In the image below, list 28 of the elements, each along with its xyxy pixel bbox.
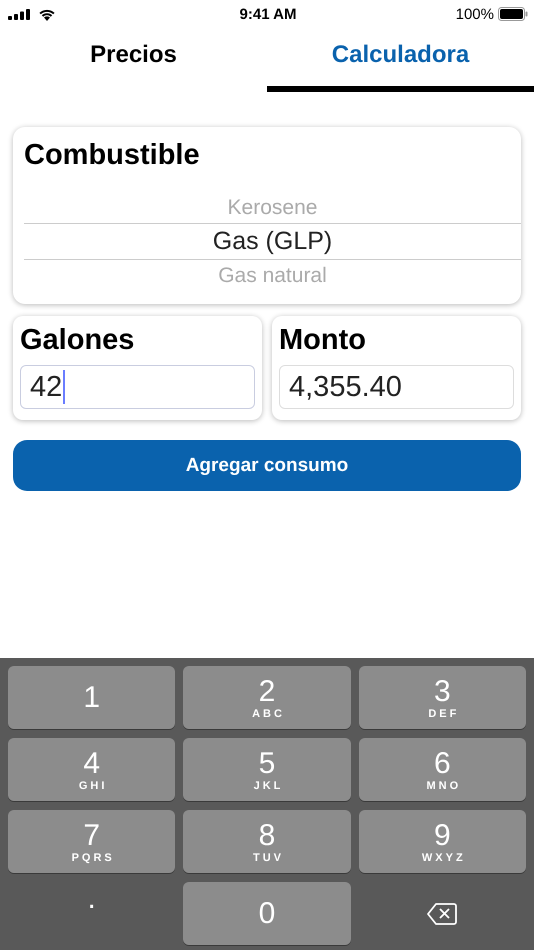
backspace-icon[interactable] xyxy=(427,902,458,924)
input-field[interactable]: 4,355.40 xyxy=(279,365,514,409)
signal-icon xyxy=(8,8,30,20)
number-key[interactable]: 3 DEF xyxy=(358,666,526,729)
battery-percent: 100% xyxy=(456,6,494,22)
number-key[interactable]: 6 MNO xyxy=(358,738,526,801)
number-key[interactable]: 4 GHI xyxy=(8,738,176,801)
number-key[interactable]: 7 PQRS xyxy=(8,810,176,873)
picker-option[interactable]: Gas natural xyxy=(218,260,327,291)
picker-option[interactable]: Kerosene xyxy=(228,192,318,223)
field-label: Monto xyxy=(279,324,366,357)
number-key[interactable]: 9 WXYZ xyxy=(358,810,526,873)
input-field[interactable]: 42 xyxy=(20,365,255,409)
decimal-key[interactable]: . xyxy=(8,882,176,945)
number-key[interactable]: 0 xyxy=(183,882,351,945)
number-key[interactable]: 5 JKL xyxy=(183,738,351,801)
picker-title: Combustible xyxy=(24,139,200,172)
battery-icon xyxy=(498,7,528,21)
tab[interactable]: Precios xyxy=(0,28,267,92)
status-time: 9:41 AM xyxy=(240,6,296,22)
tab[interactable]: Calculadora xyxy=(267,28,534,92)
number-key[interactable]: 1 xyxy=(8,666,176,729)
add-button[interactable]: Agregar consumo xyxy=(13,440,521,491)
number-key[interactable]: 8 TUV xyxy=(183,810,351,873)
field-label: Galones xyxy=(20,324,134,357)
picker-option[interactable]: Gas (GLP) xyxy=(212,224,332,259)
number-key[interactable]: 2 ABC xyxy=(183,666,351,729)
wifi-icon xyxy=(38,8,56,20)
